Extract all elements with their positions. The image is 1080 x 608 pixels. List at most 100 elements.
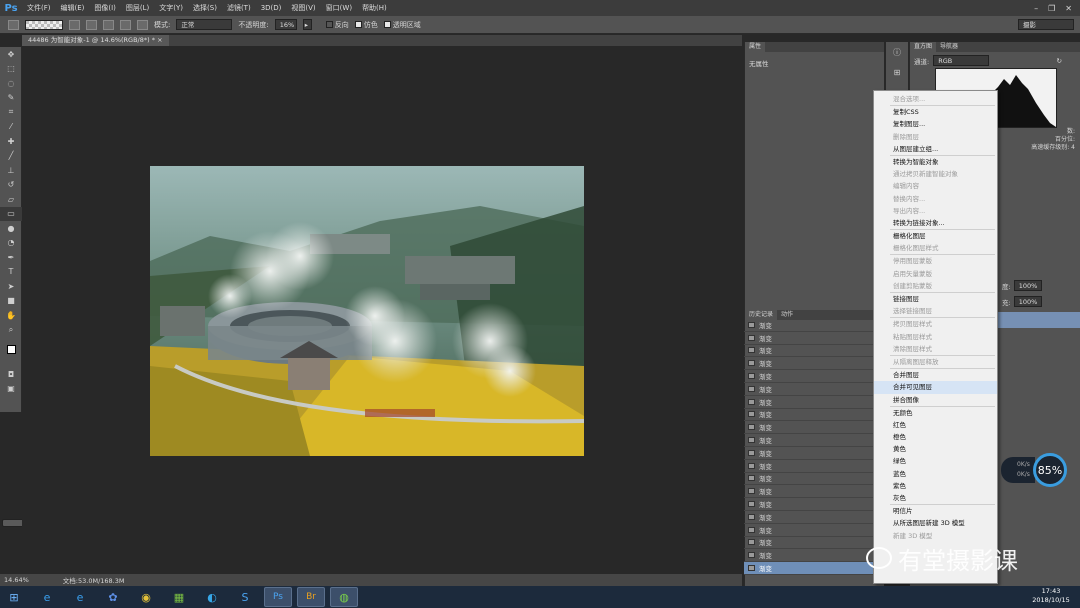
dither-checkbox[interactable]: 仿色 — [354, 20, 378, 30]
dodge-tool-icon[interactable]: ◔ — [0, 236, 22, 251]
start-button[interactable]: ⊞ — [0, 587, 28, 607]
gradient-tool-icon[interactable]: ▭ — [0, 206, 22, 221]
properties-tab[interactable]: 属性 — [745, 42, 766, 52]
context-menu-item[interactable]: 复制CSS — [874, 106, 997, 118]
context-menu-item[interactable]: 转换为链接对象... — [874, 217, 997, 229]
quick-select-tool-icon[interactable]: ✎ — [0, 91, 22, 106]
marquee-tool-icon[interactable]: ⬚ — [0, 62, 22, 77]
history-item[interactable]: 渐变 — [744, 383, 884, 396]
history-item[interactable]: 渐变 — [744, 549, 884, 563]
angle-gradient-icon[interactable] — [103, 19, 114, 30]
history-item[interactable]: 渐变 — [744, 485, 884, 499]
screen-mode-icon[interactable]: ▣ — [0, 382, 22, 397]
close-icon[interactable]: ✕ — [1065, 4, 1072, 13]
pen-tool-icon[interactable]: ✒ — [0, 250, 22, 265]
eyedropper-tool-icon[interactable]: ⁄ — [0, 120, 22, 135]
minimize-icon[interactable]: – — [1034, 4, 1038, 13]
history-item[interactable]: 渐变 — [744, 434, 884, 447]
restore-icon[interactable]: ❐ — [1048, 4, 1055, 13]
tool-preset-icon[interactable] — [8, 19, 19, 30]
reverse-checkbox[interactable]: 反向 — [325, 20, 349, 30]
context-menu-item[interactable]: 拼合图像 — [874, 394, 997, 406]
context-menu-item[interactable]: 栅格化图层 — [874, 230, 997, 242]
context-menu-item[interactable]: 链接图层 — [874, 293, 997, 305]
context-menu-item[interactable]: 灰色 — [874, 492, 997, 504]
bridge-taskbar-icon[interactable]: Br — [297, 587, 325, 607]
crop-tool-icon[interactable]: ⌗ — [0, 105, 22, 120]
menu-edit[interactable]: 编辑(E) — [56, 3, 90, 13]
linear-gradient-icon[interactable] — [69, 19, 80, 30]
zoom-level[interactable]: 14.64% — [4, 576, 29, 584]
history-item[interactable]: 渐变 — [744, 345, 884, 358]
history-item[interactable]: 渐变 — [744, 319, 884, 332]
context-menu-item[interactable]: 紫色 — [874, 480, 997, 492]
blur-tool-icon[interactable]: ● — [0, 221, 22, 236]
path-select-tool-icon[interactable]: ➤ — [0, 279, 22, 294]
context-menu-item[interactable]: 明信片 — [874, 505, 997, 517]
ie-icon[interactable]: e — [33, 587, 61, 607]
menu-view[interactable]: 视图(V) — [286, 3, 320, 13]
history-brush-icon[interactable]: ↺ — [0, 178, 22, 193]
layer-fill-input[interactable]: 100% — [1013, 296, 1042, 307]
history-item[interactable]: 渐变 — [744, 332, 884, 345]
context-menu-item[interactable]: 橙色 — [874, 431, 997, 443]
history-item[interactable]: 渐变 — [744, 473, 884, 486]
healing-tool-icon[interactable]: ✚ — [0, 134, 22, 149]
gradient-swatch[interactable] — [25, 19, 63, 30]
reflected-gradient-icon[interactable] — [120, 19, 131, 30]
diamond-gradient-icon[interactable] — [137, 19, 148, 30]
history-item[interactable]: 渐变 — [744, 447, 884, 460]
menu-type[interactable]: 文字(Y) — [154, 3, 188, 13]
menu-layer[interactable]: 图层(L) — [121, 3, 154, 13]
context-menu-item[interactable]: 合并可见图层 — [874, 381, 997, 394]
menu-select[interactable]: 选择(S) — [188, 3, 222, 13]
layer-row-selected[interactable] — [998, 312, 1080, 328]
context-menu-item[interactable]: 无颜色 — [874, 407, 997, 419]
shape-tool-icon[interactable]: ■ — [0, 294, 22, 309]
move-tool-icon[interactable]: ✥ — [0, 47, 22, 62]
eraser-tool-icon[interactable]: ▱ — [0, 192, 22, 207]
context-menu-item[interactable]: 绿色 — [874, 455, 997, 467]
hand-tool-icon[interactable]: ✋ — [0, 308, 22, 323]
system-clock[interactable]: 17:43 2018/10/15 — [1026, 587, 1076, 605]
context-menu-item[interactable]: 从所选图层新建 3D 模型 — [874, 517, 997, 529]
context-menu-item[interactable]: 从图层建立组... — [874, 143, 997, 155]
menu-filter[interactable]: 滤镜(T) — [222, 3, 256, 13]
color-swatches-icon[interactable] — [0, 337, 22, 367]
chrome-icon[interactable]: ◉ — [132, 587, 160, 607]
browser-icon[interactable]: ◐ — [198, 587, 226, 607]
wechat-taskbar-icon[interactable]: ◍ — [330, 587, 358, 607]
context-menu-item[interactable]: 黄色 — [874, 443, 997, 455]
quick-mask-icon[interactable]: ◘ — [0, 367, 22, 382]
transparency-checkbox[interactable]: 透明区域 — [383, 20, 421, 30]
context-menu-item[interactable]: 红色 — [874, 419, 997, 431]
menu-3d[interactable]: 3D(D) — [256, 4, 287, 12]
cpu-gauge[interactable]: 85% — [1033, 453, 1067, 487]
opacity-dropdown-icon[interactable]: ▸ — [302, 19, 312, 30]
stamp-tool-icon[interactable]: ⊥ — [0, 163, 22, 178]
navigator-tab[interactable]: 导航器 — [936, 42, 962, 52]
context-menu-item[interactable]: 蓝色 — [874, 468, 997, 480]
history-item[interactable]: 渐变 — [744, 409, 884, 422]
radial-gradient-icon[interactable] — [86, 19, 97, 30]
lasso-tool-icon[interactable]: ◌ — [0, 76, 22, 91]
zoom-tool-icon[interactable]: ⌕ — [0, 323, 22, 338]
context-menu-item[interactable]: 转换为智能对象 — [874, 156, 997, 168]
history-item[interactable]: 渐变 — [744, 370, 884, 383]
context-menu-item[interactable]: 复制图层... — [874, 118, 997, 130]
adjust-icon[interactable]: ⊞ — [886, 62, 908, 82]
menu-window[interactable]: 窗口(W) — [321, 3, 357, 13]
document-size[interactable]: 文档:53.0M/168.3M — [63, 575, 125, 585]
history-item[interactable]: 渐变 — [744, 357, 884, 371]
history-item[interactable]: 渐变 — [744, 524, 884, 537]
info-icon[interactable]: ⓘ — [886, 42, 908, 62]
context-menu-item[interactable]: 合并图层 — [874, 369, 997, 381]
history-item[interactable]: 渐变 — [744, 396, 884, 409]
type-tool-icon[interactable]: T — [0, 265, 22, 280]
channel-select[interactable]: RGB — [933, 55, 990, 66]
history-item[interactable]: 渐变 — [744, 537, 884, 550]
history-item[interactable]: 渐变 — [744, 460, 884, 473]
layer-opacity-input[interactable]: 100% — [1013, 280, 1042, 291]
workspace-select[interactable]: 摄影 — [1018, 19, 1074, 30]
ie2-icon[interactable]: e — [66, 587, 94, 607]
